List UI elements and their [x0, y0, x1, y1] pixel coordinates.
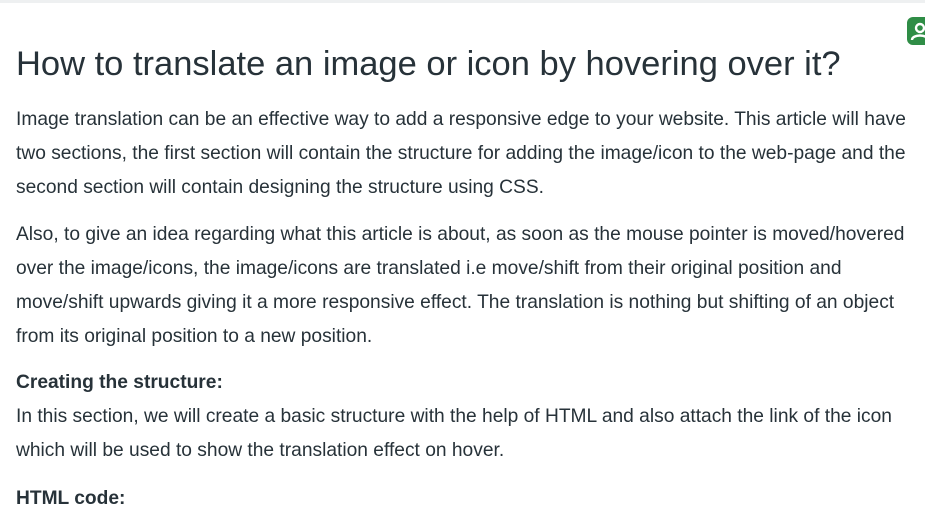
top-border: [0, 0, 925, 3]
intro-paragraph: Image translation can be an effective wa…: [16, 109, 906, 198]
user-icon: [910, 22, 925, 41]
section-heading-structure: Creating the structure:: [16, 372, 223, 393]
side-floating-button[interactable]: [907, 17, 925, 45]
description-paragraph: Also, to give an idea regarding what thi…: [16, 224, 905, 347]
page-title: How to translate an image or icon by hov…: [16, 45, 841, 83]
section-heading-html-code: HTML code:: [16, 488, 126, 509]
structure-paragraph: In this section, we will create a basic …: [16, 406, 892, 461]
